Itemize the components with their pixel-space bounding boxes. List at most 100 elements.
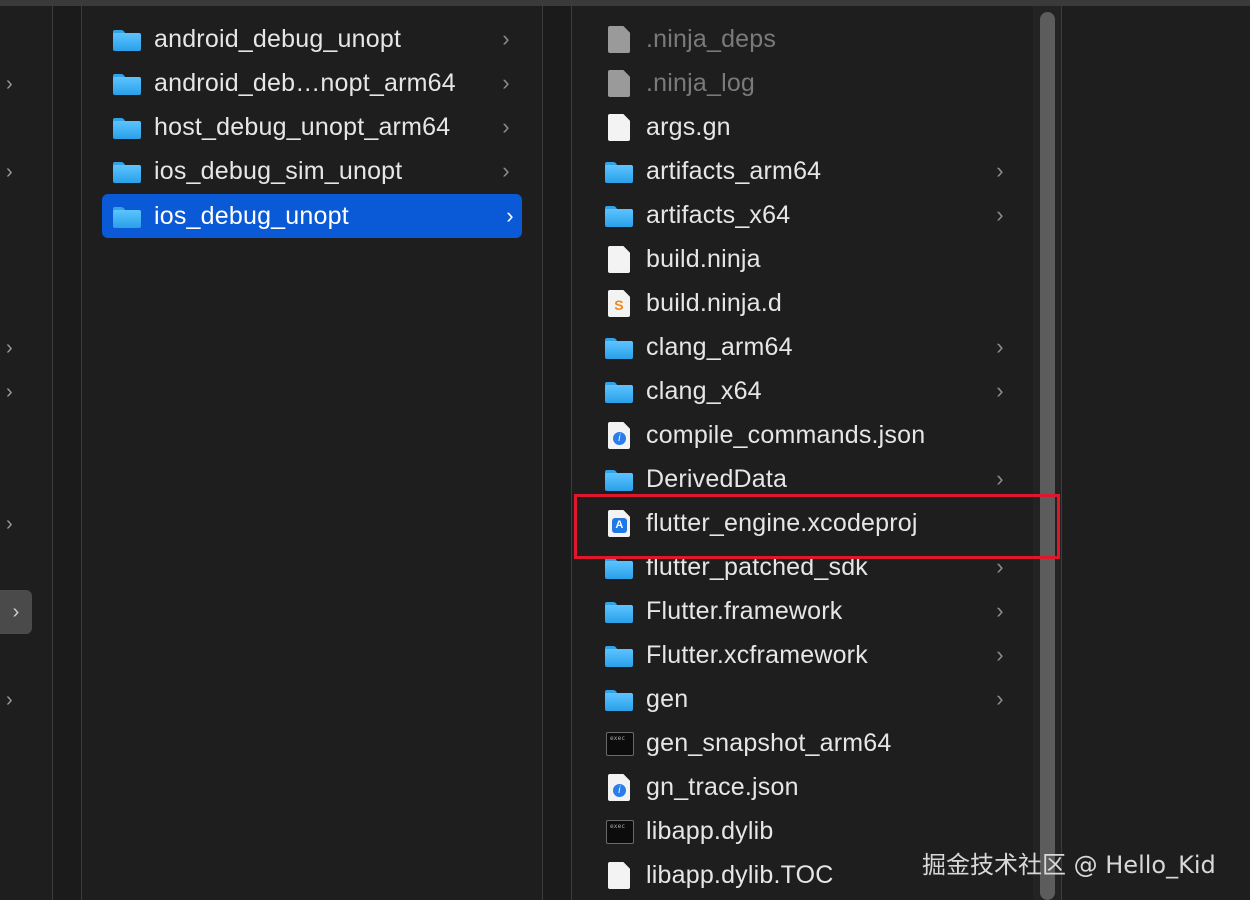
- list-item-file[interactable]: .ninja_log: [604, 61, 1004, 105]
- chevron-right-icon: ›: [996, 642, 1004, 667]
- item-label: .ninja_deps: [646, 24, 777, 53]
- terminal-executable-icon: exec: [604, 729, 634, 757]
- list-item-file[interactable]: S build.ninja.d: [604, 281, 1004, 325]
- xcode-project-icon: A: [604, 509, 634, 537]
- chevron-right-icon: ›: [996, 598, 1004, 623]
- list-item-folder[interactable]: Flutter.xcframework ›: [604, 633, 1012, 677]
- item-label: Flutter.xcframework: [646, 640, 868, 669]
- folder-icon: [604, 641, 634, 669]
- column-left-partial[interactable]: › › › › › › ›: [0, 6, 52, 900]
- list-item-folder[interactable]: ios_debug_sim_unopt ›: [112, 149, 518, 193]
- item-label: android_deb…nopt_arm64: [154, 68, 456, 97]
- item-label: gn_trace.json: [646, 772, 799, 801]
- chevron-right-icon: ›: [502, 158, 510, 183]
- document-icon: [604, 25, 634, 53]
- folder-icon: [604, 597, 634, 625]
- folder-icon: [604, 465, 634, 493]
- document-icon: [604, 245, 634, 273]
- chevron-right-icon[interactable]: ›: [6, 690, 24, 710]
- chevron-right-icon: ›: [996, 378, 1004, 403]
- chevron-right-icon[interactable]: ›: [6, 514, 24, 534]
- chevron-right-icon: ›: [996, 202, 1004, 227]
- chevron-right-icon: ›: [996, 554, 1004, 579]
- folder-icon: [604, 553, 634, 581]
- folder-icon: [112, 69, 142, 97]
- chevron-right-icon: ›: [996, 334, 1004, 359]
- folder-icon: [604, 333, 634, 361]
- column-gutter: [543, 6, 571, 900]
- scrollbar-thumb[interactable]: [1040, 12, 1055, 900]
- list-item-folder[interactable]: artifacts_x64 ›: [604, 193, 1012, 237]
- list-item-folder[interactable]: android_deb…nopt_arm64 ›: [112, 61, 518, 105]
- list-item-file[interactable]: args.gn: [604, 105, 1004, 149]
- document-icon: [604, 69, 634, 97]
- list-item-file[interactable]: i gn_trace.json: [604, 765, 1004, 809]
- chevron-right-icon: ›: [996, 466, 1004, 491]
- item-label: build.ninja: [646, 244, 761, 273]
- item-label: artifacts_arm64: [646, 156, 822, 185]
- list-item-folder[interactable]: Flutter.framework ›: [604, 589, 1012, 633]
- column-build-outputs[interactable]: android_debug_unopt › android_deb…nopt_a…: [82, 6, 542, 900]
- folder-icon: [604, 157, 634, 185]
- item-label: clang_arm64: [646, 332, 793, 361]
- list-item-folder[interactable]: clang_x64 ›: [604, 369, 1012, 413]
- folder-icon: [604, 377, 634, 405]
- item-label: android_debug_unopt: [154, 24, 402, 53]
- column-ios-debug-unopt[interactable]: .ninja_deps .ninja_log args.gn artifacts…: [572, 6, 1032, 900]
- item-label: gen_snapshot_arm64: [646, 728, 892, 757]
- item-label: flutter_patched_sdk: [646, 552, 869, 581]
- list-item-file[interactable]: build.ninja: [604, 237, 1004, 281]
- list-item-folder[interactable]: host_debug_unopt_arm64 ›: [112, 105, 518, 149]
- chevron-right-icon: ›: [506, 203, 514, 228]
- item-label: ios_debug_unopt: [154, 201, 349, 230]
- chevron-right-icon: ›: [502, 114, 510, 139]
- chevron-right-icon[interactable]: ›: [6, 382, 24, 402]
- chevron-right-icon[interactable]: ›: [6, 338, 24, 358]
- item-label: gen: [646, 684, 689, 713]
- item-label: libapp.dylib: [646, 816, 774, 845]
- list-item-executable[interactable]: exec gen_snapshot_arm64: [604, 721, 1004, 765]
- folder-icon: [604, 201, 634, 229]
- document-icon: [604, 861, 634, 889]
- item-label: compile_commands.json: [646, 420, 926, 449]
- folder-icon: [112, 25, 142, 53]
- json-document-icon: i: [604, 773, 634, 801]
- chevron-right-icon: ›: [996, 158, 1004, 183]
- item-label: DerivedData: [646, 464, 788, 493]
- item-label: artifacts_x64: [646, 200, 791, 229]
- folder-icon: [112, 113, 142, 141]
- list-item-file[interactable]: .ninja_deps: [604, 17, 1004, 61]
- item-label: host_debug_unopt_arm64: [154, 112, 451, 141]
- item-label: build.ninja.d: [646, 288, 783, 317]
- chevron-right-icon: ›: [502, 70, 510, 95]
- list-item-folder[interactable]: DerivedData ›: [604, 457, 1012, 501]
- list-item-folder[interactable]: clang_arm64 ›: [604, 325, 1012, 369]
- chevron-right-icon: ›: [502, 26, 510, 51]
- list-item-folder-selected[interactable]: ios_debug_unopt ›: [102, 194, 522, 238]
- column-gutter: [53, 6, 81, 900]
- chevron-right-icon[interactable]: ›: [6, 74, 24, 94]
- item-label: flutter_engine.xcodeproj: [646, 508, 918, 537]
- folder-icon: [112, 202, 142, 230]
- list-item-folder[interactable]: gen ›: [604, 677, 1012, 721]
- item-label: ios_debug_sim_unopt: [154, 156, 403, 185]
- item-label: Flutter.framework: [646, 596, 843, 625]
- chevron-right-icon-selected[interactable]: ›: [0, 590, 32, 634]
- folder-icon: [112, 157, 142, 185]
- document-icon: [604, 113, 634, 141]
- list-item-xcodeproj[interactable]: A flutter_engine.xcodeproj: [604, 501, 1004, 545]
- json-document-icon: i: [604, 421, 634, 449]
- item-label: args.gn: [646, 112, 731, 141]
- folder-icon: [604, 685, 634, 713]
- list-item-folder[interactable]: flutter_patched_sdk ›: [604, 545, 1012, 589]
- list-item-file[interactable]: i compile_commands.json: [604, 413, 1004, 457]
- chevron-right-icon[interactable]: ›: [6, 162, 24, 182]
- terminal-executable-icon: exec: [604, 817, 634, 845]
- list-item-folder[interactable]: android_debug_unopt ›: [112, 17, 518, 61]
- watermark-text: 掘金技术社区 @ Hello_Kid: [922, 851, 1216, 879]
- item-label: clang_x64: [646, 376, 762, 405]
- column-empty[interactable]: [1062, 6, 1250, 900]
- item-label: .ninja_log: [646, 68, 756, 97]
- list-item-folder[interactable]: artifacts_arm64 ›: [604, 149, 1012, 193]
- chevron-right-icon: ›: [996, 686, 1004, 711]
